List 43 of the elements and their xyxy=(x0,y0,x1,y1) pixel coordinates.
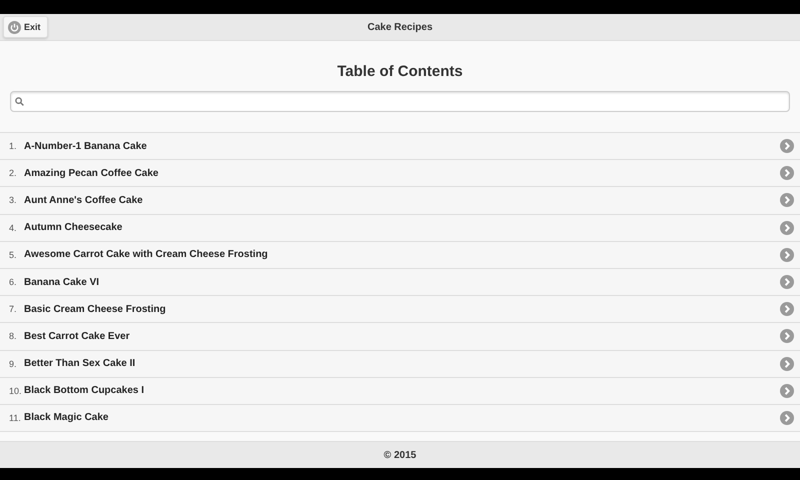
exit-button[interactable]: Exit xyxy=(3,16,48,38)
item-number: 7. xyxy=(9,304,18,314)
recipe-name: A-Number-1 Banana Cake xyxy=(24,140,148,152)
recipe-name: Black Magic Cake xyxy=(24,412,110,424)
item-number: 2. xyxy=(9,168,18,178)
copyright-text: © 2015 xyxy=(384,450,416,460)
item-number: 8. xyxy=(9,331,18,342)
chevron-right-icon xyxy=(780,356,794,371)
recipe-name: Best Carrot Cake Ever xyxy=(24,330,131,342)
chevron-right-icon xyxy=(780,248,794,262)
chevron-right-icon xyxy=(780,166,794,180)
recipe-name: Awesome Carrot Cake with Cream Cheese Frosting xyxy=(24,249,269,260)
page-heading: Table of Contents xyxy=(336,63,464,81)
item-number: 6. xyxy=(9,277,18,288)
recipe-name: Banana Cake VI xyxy=(24,276,100,288)
app-title: Cake Recipes xyxy=(367,22,433,32)
chevron-right-icon xyxy=(780,193,794,208)
item-number: 5. xyxy=(9,250,18,260)
recipe-name: Black Bottom Cupcakes I xyxy=(24,385,146,396)
recipe-item[interactable]: 9. Better Than Sex Cake II xyxy=(0,350,800,378)
recipe-name: Amazing Pecan Coffee Cake xyxy=(24,168,160,179)
chevron-right-icon xyxy=(780,302,794,316)
recipe-name: Autumn Cheesecake xyxy=(24,222,124,234)
power-icon xyxy=(8,20,21,34)
search-icon xyxy=(15,97,24,106)
item-number: 3. xyxy=(9,195,18,206)
item-number: 9. xyxy=(9,358,18,369)
recipe-item[interactable]: 4. Autumn Cheesecake xyxy=(0,214,800,242)
chevron-right-icon xyxy=(780,410,794,425)
recipe-name: Better Than Sex Cake II xyxy=(24,358,136,370)
chevron-right-icon xyxy=(780,220,794,235)
recipe-item[interactable]: 10. Black Bottom Cupcakes I xyxy=(0,378,800,405)
item-number: 11. xyxy=(9,412,22,423)
recipe-name: Aunt Anne's Coffee Cake xyxy=(24,194,144,206)
item-number: 4. xyxy=(9,222,18,233)
chevron-right-icon xyxy=(780,329,794,344)
search-field[interactable] xyxy=(10,91,790,112)
chevron-right-icon xyxy=(780,275,794,290)
recipe-name: Basic Cream Cheese Frosting xyxy=(24,304,167,315)
chevron-right-icon xyxy=(780,384,794,398)
item-number: 1. xyxy=(9,141,18,152)
chevron-right-icon xyxy=(780,139,794,154)
item-number: 10. xyxy=(9,386,23,396)
